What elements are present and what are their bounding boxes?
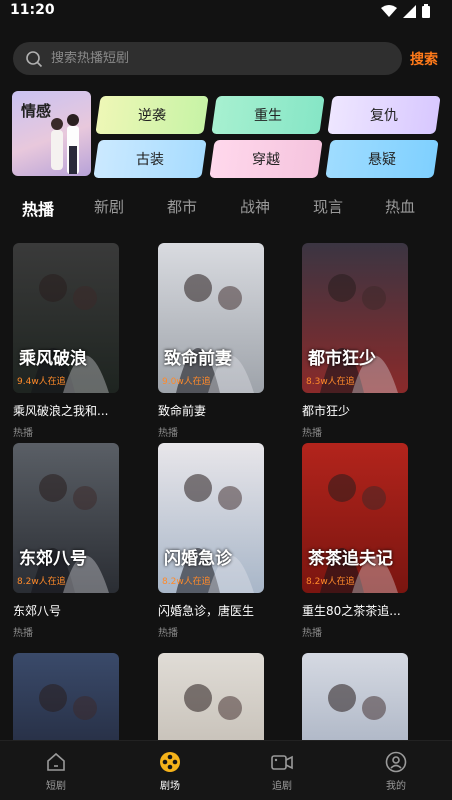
tab-modern-romance[interactable]: 现言 bbox=[313, 196, 343, 217]
drama-card[interactable]: 都市狂少 8.3w人在追 都市狂少 热播 bbox=[302, 243, 408, 439]
poster-image bbox=[302, 243, 408, 393]
poster-title-text: 茶茶追夫记 bbox=[308, 549, 393, 569]
drama-tag: 热播 bbox=[13, 628, 33, 639]
video-camera-icon bbox=[271, 755, 293, 770]
category-xuanyi[interactable]: 悬疑 bbox=[325, 140, 439, 178]
drama-poster[interactable]: 东郊八号 8.2w人在追 bbox=[13, 443, 119, 593]
drama-poster[interactable]: 茶茶追夫记 8.2w人在追 bbox=[302, 443, 408, 593]
view-count: 9.0w人在追 bbox=[162, 377, 211, 387]
drama-card[interactable]: 茶茶追夫记 8.2w人在追重生80之茶茶追... 热播 bbox=[302, 443, 408, 639]
feature-card-emotion[interactable]: 情感 bbox=[12, 91, 91, 176]
drama-title: 致命前妻 bbox=[158, 404, 207, 418]
search-icon bbox=[26, 50, 43, 67]
drama-title: 闪婚急诊，唐医生 bbox=[158, 604, 255, 618]
search-button[interactable]: 搜索 bbox=[410, 49, 438, 69]
drama-poster[interactable]: 闪婚急诊 8.2w人在追 bbox=[158, 443, 264, 593]
genre-tabs: 热播 新剧 都市 战神 现言 热血 bbox=[0, 196, 452, 226]
nav-theater[interactable]: 剧场 bbox=[140, 751, 200, 792]
category-label: 穿越 bbox=[252, 152, 280, 168]
poster-image bbox=[158, 443, 264, 593]
film-reel-icon bbox=[160, 752, 180, 772]
view-count: 8.3w人在追 bbox=[306, 377, 355, 387]
poster-title-text: 东郊八号 bbox=[19, 549, 87, 569]
drama-poster[interactable]: 致命前妻 9.0w人在追 bbox=[158, 243, 264, 393]
drama-card[interactable]: 闪婚急诊 8.2w人在追闪婚急诊，唐医生 热播 bbox=[158, 443, 264, 639]
drama-tag: 热播 bbox=[302, 628, 322, 639]
nav-profile[interactable]: 我的 bbox=[366, 751, 426, 792]
category-label: 重生 bbox=[254, 108, 282, 124]
drama-title: 东郊八号 bbox=[13, 604, 62, 618]
poster-image bbox=[302, 443, 408, 593]
drama-card[interactable]: 乘风破浪 9.4w人在追乘风破浪之我和... 热播 bbox=[13, 243, 119, 439]
search-input[interactable] bbox=[51, 51, 351, 66]
poster-title-text: 都市狂少 bbox=[308, 349, 376, 369]
couple-illustration bbox=[51, 114, 79, 174]
category-label: 悬疑 bbox=[368, 152, 396, 168]
poster-image bbox=[158, 243, 264, 393]
drama-title: 都市狂少 bbox=[302, 404, 351, 418]
home-icon bbox=[47, 752, 65, 771]
view-count: 8.2w人在追 bbox=[306, 577, 355, 587]
view-count: 8.2w人在追 bbox=[162, 577, 211, 587]
nav-following[interactable]: 追剧 bbox=[252, 751, 312, 792]
tab-urban[interactable]: 都市 bbox=[167, 196, 197, 217]
nav-label: 剧场 bbox=[160, 781, 180, 792]
category-label: 复仇 bbox=[370, 108, 398, 124]
poster-image bbox=[13, 243, 119, 393]
signal-icon bbox=[403, 4, 416, 18]
drama-tag: 热播 bbox=[158, 628, 178, 639]
drama-title: 重生80之茶茶追... bbox=[302, 604, 401, 618]
drama-poster[interactable]: 都市狂少 8.3w人在追 bbox=[302, 243, 408, 393]
poster-title-text: 乘风破浪 bbox=[19, 349, 87, 369]
poster-title-text: 闪婚急诊 bbox=[164, 549, 232, 569]
drama-tag: 热播 bbox=[158, 428, 178, 439]
user-icon bbox=[385, 751, 407, 773]
category-label: 逆袭 bbox=[138, 108, 166, 124]
search-bar[interactable] bbox=[13, 42, 402, 75]
drama-poster[interactable]: 乘风破浪 9.4w人在追 bbox=[13, 243, 119, 393]
tab-hot-blooded[interactable]: 热血 bbox=[385, 196, 415, 217]
status-bar: 11:20 bbox=[0, 0, 452, 24]
drama-tag: 热播 bbox=[13, 428, 33, 439]
nav-shortdrama[interactable]: 短剧 bbox=[26, 751, 86, 792]
poster-title-text: 致命前妻 bbox=[164, 349, 232, 369]
category-chuanyue[interactable]: 穿越 bbox=[209, 140, 323, 178]
category-guzhuang[interactable]: 古装 bbox=[93, 140, 207, 178]
status-icons bbox=[381, 4, 430, 18]
nav-label: 追剧 bbox=[272, 781, 292, 792]
view-count: 9.4w人在追 bbox=[17, 377, 66, 387]
status-time: 11:20 bbox=[10, 2, 55, 18]
poster-image bbox=[13, 443, 119, 593]
wifi-icon bbox=[381, 4, 397, 17]
tab-war-god[interactable]: 战神 bbox=[240, 196, 270, 217]
category-nixi[interactable]: 逆袭 bbox=[95, 96, 209, 134]
category-fuchou[interactable]: 复仇 bbox=[327, 96, 441, 134]
nav-label: 我的 bbox=[386, 781, 406, 792]
drama-tag: 热播 bbox=[302, 428, 322, 439]
view-count: 8.2w人在追 bbox=[17, 577, 66, 587]
battery-icon bbox=[422, 4, 430, 18]
category-label: 古装 bbox=[136, 152, 164, 168]
bottom-nav: 短剧 剧场 追剧 我的 bbox=[0, 740, 452, 800]
drama-card[interactable]: 东郊八号 8.2w人在追 东郊八号 热播 bbox=[13, 443, 119, 639]
tab-hot[interactable]: 热播 bbox=[22, 196, 54, 220]
tab-new[interactable]: 新剧 bbox=[94, 196, 124, 217]
category-chongsheng[interactable]: 重生 bbox=[211, 96, 325, 134]
drama-title: 乘风破浪之我和... bbox=[13, 404, 109, 418]
drama-card[interactable]: 致命前妻 9.0w人在追 致命前妻 热播 bbox=[158, 243, 264, 439]
nav-label: 短剧 bbox=[46, 781, 66, 792]
